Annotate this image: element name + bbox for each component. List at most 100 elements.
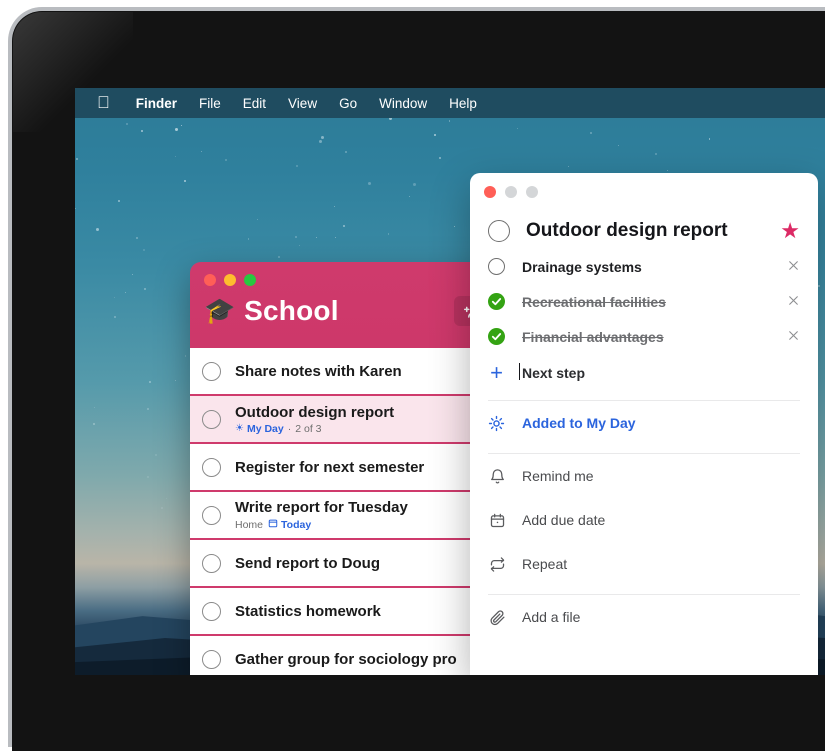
star-dot (143, 249, 145, 251)
star-dot (185, 355, 186, 356)
star-dot (147, 408, 149, 410)
star-dot (568, 166, 569, 167)
star-dot (126, 123, 128, 125)
menu-bar:  Finder File Edit View Go Window Help (75, 88, 825, 118)
detail-close-button[interactable] (484, 186, 496, 198)
action-row-repeat[interactable]: Repeat (470, 542, 818, 586)
task-title: Statistics homework (235, 603, 381, 620)
menu-item-view[interactable]: View (288, 96, 317, 111)
task-checkbox[interactable] (202, 458, 221, 477)
subtask-label[interactable]: Recreational facilities (522, 294, 787, 310)
school-window-header: 🎓 School (190, 262, 502, 348)
screen:  Finder File Edit View Go Window Help 🎓… (75, 88, 825, 675)
star-dot (345, 151, 347, 153)
metadata-text: My Day (247, 423, 284, 435)
star-dot (434, 134, 436, 136)
menu-item-finder[interactable]: Finder (136, 96, 177, 111)
star-dot (76, 158, 78, 160)
star-dot (321, 136, 324, 139)
star-dot (118, 200, 120, 202)
menu-item-help[interactable]: Help (449, 96, 477, 111)
star-dot (132, 274, 133, 275)
close-icon[interactable] (787, 329, 800, 345)
task-complete-checkbox[interactable] (488, 220, 510, 242)
list-title: School (244, 295, 339, 327)
action-list: Remind meAdd due dateRepeat Add a file (470, 454, 818, 639)
task-metadata: HomeToday (235, 518, 408, 531)
apple-logo-icon[interactable]:  (97, 94, 110, 111)
task-row[interactable]: Statistics homework (190, 588, 502, 636)
detail-zoom-button[interactable] (526, 186, 538, 198)
star-dot (709, 138, 710, 139)
subtask-label[interactable]: Drainage systems (522, 259, 787, 275)
task-checkbox[interactable] (202, 362, 221, 381)
subtask-checkbox-checked[interactable] (488, 293, 505, 310)
star-dot (439, 157, 441, 159)
star-dot (144, 288, 146, 290)
star-dot (201, 151, 202, 152)
minimize-button[interactable] (224, 274, 236, 286)
menu-item-file[interactable]: File (199, 96, 221, 111)
subtask-label[interactable]: Financial advantages (522, 329, 787, 345)
subtask-row[interactable]: Recreational facilities (488, 284, 800, 319)
subtask-list: Drainage systems Recreational facilities F… (470, 249, 818, 354)
school-traffic-lights (204, 274, 256, 286)
laptop-frame:  Finder File Edit View Go Window Help 🎓… (0, 0, 825, 675)
star-dot (316, 237, 317, 238)
next-step-input[interactable]: Next step (522, 365, 585, 381)
next-step-row[interactable]: + Next step (470, 354, 818, 392)
action-label: Add a file (522, 609, 580, 625)
bell-icon (488, 468, 506, 485)
detail-minimize-button[interactable] (505, 186, 517, 198)
task-list: Share notes with Karen Outdoor design rep… (190, 348, 502, 675)
detail-task-title[interactable]: Outdoor design report (526, 220, 780, 242)
subtask-checkbox-checked[interactable] (488, 328, 505, 345)
task-row[interactable]: Register for next semester (190, 444, 502, 492)
star-filled-icon[interactable]: ★ (780, 220, 800, 242)
star-dot (175, 380, 176, 381)
menu-item-go[interactable]: Go (339, 96, 357, 111)
star-dot (155, 454, 157, 456)
task-row[interactable]: Gather group for sociology pro (190, 636, 502, 675)
task-row[interactable]: Write report for TuesdayHomeToday (190, 492, 502, 540)
task-title: Send report to Doug (235, 555, 380, 572)
star-dot (141, 130, 143, 132)
paperclip-icon (488, 609, 506, 626)
action-row-remind-me[interactable]: Remind me (470, 454, 818, 498)
subtask-row[interactable]: Drainage systems (488, 249, 800, 284)
added-to-my-day-row[interactable]: Added to My Day (470, 401, 818, 445)
task-checkbox[interactable] (202, 554, 221, 573)
close-icon[interactable] (787, 259, 800, 275)
task-row[interactable]: Share notes with Karen (190, 348, 502, 396)
calendar-icon (488, 512, 506, 529)
close-button[interactable] (204, 274, 216, 286)
star-dot (166, 498, 167, 499)
plus-icon: + (488, 362, 505, 384)
menu-item-window[interactable]: Window (379, 96, 427, 111)
star-dot (818, 285, 820, 287)
menu-item-edit[interactable]: Edit (243, 96, 266, 111)
my-day-label: Added to My Day (522, 415, 636, 431)
calendar-icon (268, 518, 278, 531)
repeat-icon (488, 556, 506, 573)
task-row[interactable]: Send report to Doug (190, 540, 502, 588)
star-dot (175, 128, 178, 131)
task-checkbox[interactable] (202, 506, 221, 525)
star-dot (319, 140, 322, 143)
action-row-add-a-file[interactable]: Add a file (470, 595, 818, 639)
star-dot (388, 233, 389, 234)
action-row-add-due-date[interactable]: Add due date (470, 498, 818, 542)
task-checkbox[interactable] (202, 650, 221, 669)
task-row[interactable]: Outdoor design report☀My Day·2 of 3 (190, 396, 502, 444)
task-checkbox[interactable] (202, 602, 221, 621)
zoom-button[interactable] (244, 274, 256, 286)
star-dot (94, 407, 95, 408)
task-title: Outdoor design report (235, 404, 394, 421)
task-title: Share notes with Karen (235, 363, 402, 380)
subtask-row[interactable]: Financial advantages (488, 319, 800, 354)
star-dot (343, 225, 345, 227)
close-icon[interactable] (787, 294, 800, 310)
task-checkbox[interactable] (202, 410, 221, 429)
subtask-checkbox[interactable] (488, 258, 505, 275)
task-title: Register for next semester (235, 459, 424, 476)
